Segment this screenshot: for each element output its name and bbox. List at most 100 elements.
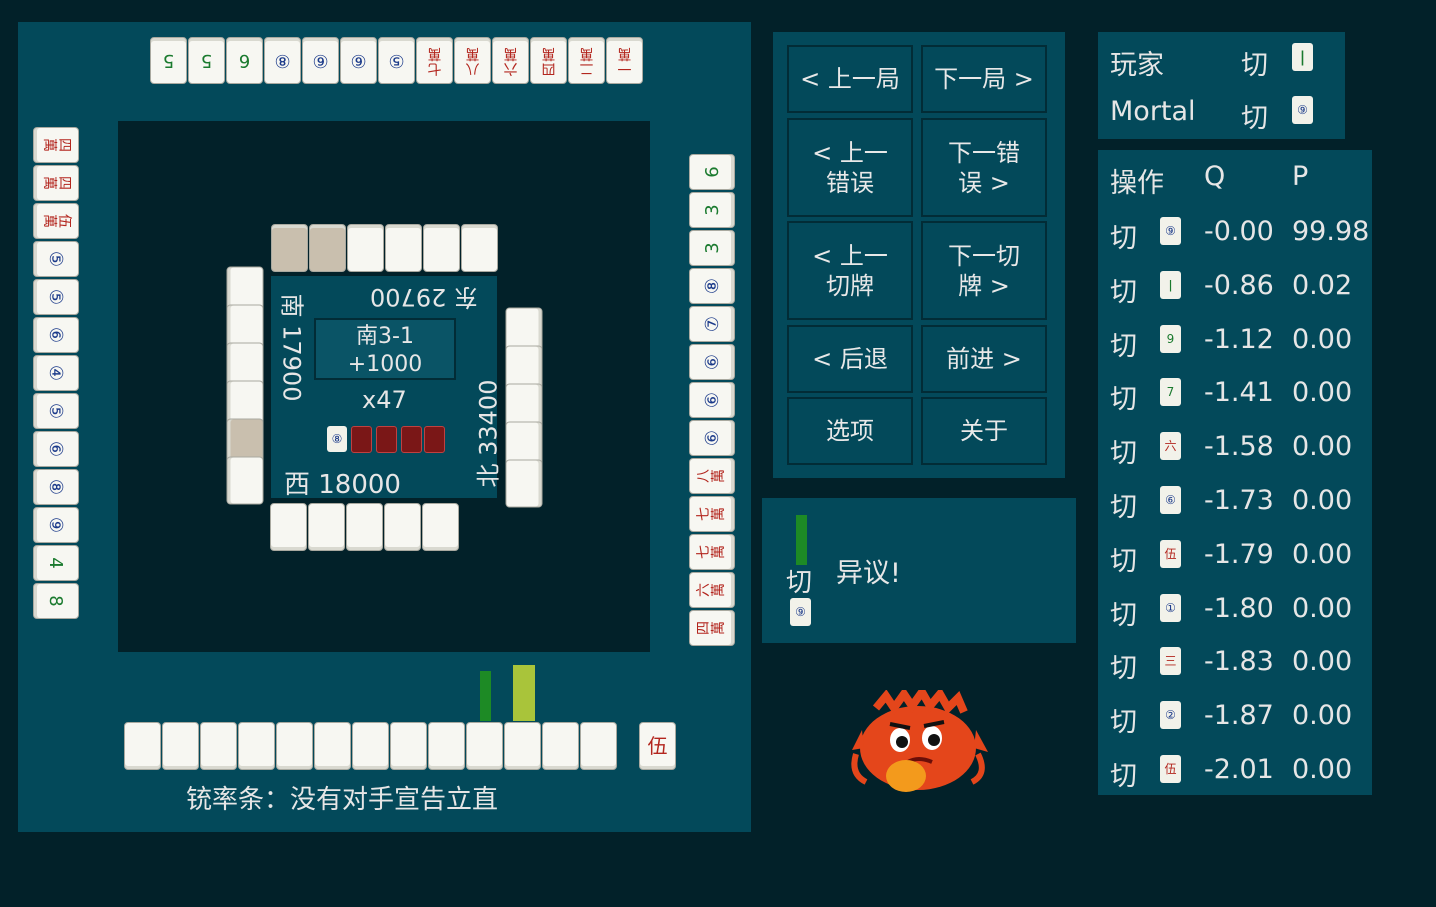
hand-tile[interactable]: [314, 722, 351, 770]
row-q: -1.83: [1204, 646, 1274, 678]
row-action: 切: [1110, 438, 1137, 470]
row-tile-icon: ⑨: [1160, 217, 1181, 245]
row-action: 切: [1110, 545, 1137, 577]
hand-tile[interactable]: [162, 722, 199, 770]
verdict-action: 切: [786, 568, 813, 598]
hand-tile[interactable]: [200, 722, 237, 770]
mortal-tile-icon: ⑨: [1292, 96, 1313, 124]
top-hand-tile: 5: [188, 37, 225, 84]
verdict-tile-icon: ⑨: [790, 598, 811, 626]
next-error-button[interactable]: 下一错误 >: [921, 118, 1047, 217]
hand-tile[interactable]: [504, 722, 541, 770]
row-action: 切: [1110, 330, 1137, 362]
prev-discard-button[interactable]: < 上一切牌: [787, 221, 913, 320]
hand-tile[interactable]: [580, 722, 617, 770]
row-q: -0.86: [1204, 269, 1274, 301]
row-p: 0.00: [1292, 377, 1353, 409]
bottom-discard-tile: [384, 503, 421, 551]
row-p: 0.00: [1292, 431, 1353, 463]
top-discard-tile: [423, 224, 460, 272]
player-action: 切: [1241, 50, 1268, 81]
player-label: 玩家: [1110, 50, 1164, 81]
seat-east-score: 东 29700: [370, 283, 478, 311]
pin-indicator-icon: ⑧: [327, 426, 347, 452]
next-round-button[interactable]: 下一局 >: [921, 45, 1047, 113]
row-action: 切: [1110, 761, 1137, 792]
row-p: 99.98: [1292, 216, 1370, 247]
row-tile-icon: ①: [1160, 593, 1181, 622]
row-p: 0.00: [1292, 323, 1353, 355]
hand-tile[interactable]: [466, 722, 503, 770]
row-tile-icon: ǀ: [1160, 270, 1181, 299]
left-hand-tile: ⑤: [33, 393, 79, 429]
bottom-discard-tile: [308, 503, 345, 551]
player-tile-icon: ǀ: [1292, 43, 1313, 71]
seat-west-score: 西 18000: [284, 470, 401, 500]
prev-round-button[interactable]: < 上一局: [787, 45, 913, 113]
hand-tile[interactable]: [276, 722, 313, 770]
right-hand-tile: ⑥: [689, 382, 735, 418]
row-p: 0.02: [1292, 269, 1353, 301]
header-p: P: [1292, 161, 1309, 192]
top-discard-tile: [461, 224, 498, 272]
prev-error-button[interactable]: < 上一错误: [787, 118, 913, 217]
top-discard-tile: [385, 224, 422, 272]
row-q: -1.12: [1204, 323, 1274, 355]
bottom-note: 铳率条：没有对手宣告立直: [186, 785, 499, 815]
row-q: -1.41: [1204, 377, 1274, 409]
right-hand-tile: ⑧: [689, 268, 735, 304]
dora-back-3: [401, 426, 422, 453]
hand-tile[interactable]: [428, 722, 465, 770]
top-hand-tile: 四 萬: [530, 37, 567, 84]
right-hand-tile: 6: [689, 154, 735, 190]
top-hand-tile: 八 萬: [454, 37, 491, 84]
left-hand-tile: 伍 萬: [33, 203, 79, 239]
left-discard-tile: [226, 456, 264, 505]
dora-back-1: [351, 426, 372, 453]
hand-tile[interactable]: [352, 722, 389, 770]
right-hand-tile: 七 萬: [689, 496, 735, 532]
row-action: 切: [1110, 653, 1137, 685]
left-hand-tile: 四 萬: [33, 165, 79, 201]
right-discard-tile: [505, 459, 543, 508]
back-button[interactable]: < 后退: [787, 325, 913, 393]
honba-label: +1000: [347, 352, 423, 377]
hand-tile[interactable]: [238, 722, 275, 770]
hand-tile[interactable]: [390, 722, 427, 770]
row-tile-icon: 六: [1160, 432, 1181, 461]
row-tile-icon: 三: [1160, 647, 1181, 676]
row-q: -1.80: [1204, 592, 1274, 624]
drawn-tile[interactable]: 伍: [639, 722, 676, 770]
hand-tile[interactable]: [124, 722, 161, 770]
top-discard-tile: [347, 224, 384, 272]
left-hand-tile: ④: [33, 355, 79, 391]
row-q: -1.79: [1204, 538, 1274, 570]
top-hand-tile: 二 萬: [568, 37, 605, 84]
bottom-discard-tile: [270, 503, 307, 551]
hand-tile[interactable]: [542, 722, 579, 770]
left-hand-tile: 四 萬: [33, 127, 79, 163]
top-hand-tile: 5: [150, 37, 187, 84]
right-hand-tile: 八 萬: [689, 458, 735, 494]
bottom-discard-tile: [422, 503, 459, 551]
round-box: 南3-1 +1000: [314, 318, 456, 380]
options-button[interactable]: 选项: [787, 397, 913, 465]
row-tile-icon: ⑥: [1160, 486, 1181, 514]
top-discard-tile: [309, 224, 346, 272]
right-hand-tile: 七 萬: [689, 534, 735, 570]
right-hand-tile: ⑥: [689, 420, 735, 456]
seat-north-score: 北 33400: [474, 379, 503, 488]
left-hand-tile: ⑨: [33, 507, 79, 543]
bottom-discard-tile: [346, 503, 383, 551]
verdict-text: 异议!: [836, 558, 901, 589]
seat-south-score: 南 17900: [277, 293, 306, 402]
about-button[interactable]: 关于: [921, 397, 1047, 465]
row-p: 0.00: [1292, 538, 1353, 570]
left-hand-tile: ⑧: [33, 469, 79, 505]
row-p: 0.00: [1292, 754, 1353, 785]
forward-button[interactable]: 前进 >: [921, 325, 1047, 393]
next-discard-button[interactable]: 下一切牌 >: [921, 221, 1047, 320]
top-hand-tile: ⑥: [340, 37, 377, 84]
row-p: 0.00: [1292, 592, 1353, 624]
row-tile-icon: 伍: [1160, 755, 1181, 783]
